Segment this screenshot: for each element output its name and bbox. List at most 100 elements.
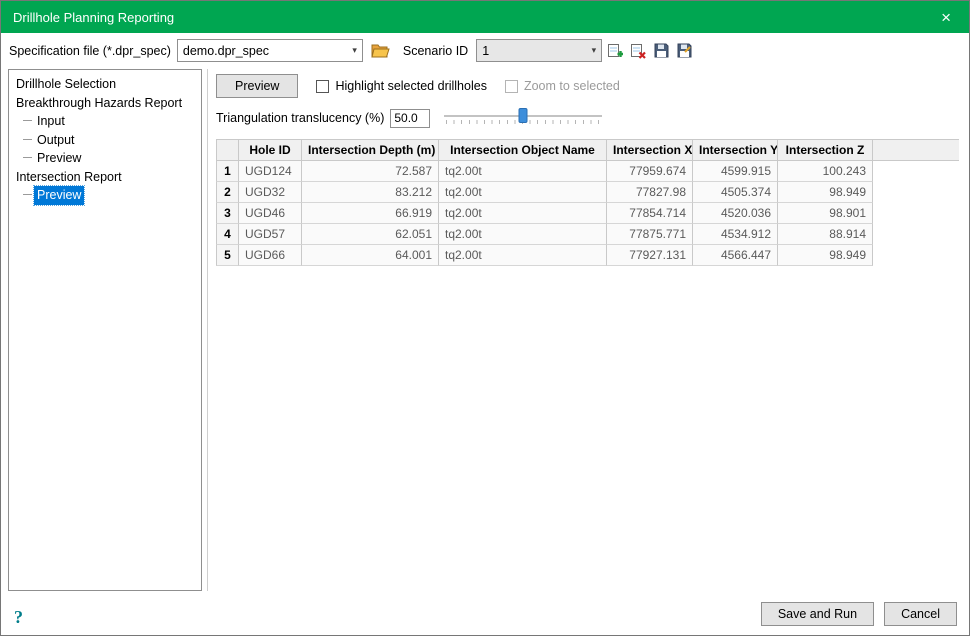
delete-scenario-icon (630, 43, 646, 59)
highlight-selected-checkbox[interactable]: Highlight selected drillholes (316, 79, 486, 93)
cell-depth: 62.051 (302, 224, 439, 245)
footer-buttons: Save and Run Cancel (761, 602, 957, 626)
translucency-label: Triangulation translucency (%) (216, 111, 384, 125)
browse-spec-file-button[interactable] (369, 39, 393, 63)
cell-y: 4566.447 (693, 245, 778, 266)
row-number-header (216, 139, 239, 161)
table-row[interactable]: 1 UGD124 72.587 tq2.00t 77959.674 4599.9… (216, 161, 959, 182)
table-row[interactable]: 2 UGD32 83.212 tq2.00t 77827.98 4505.374… (216, 182, 959, 203)
intersection-table: Hole ID Intersection Depth (m) Intersect… (216, 139, 959, 266)
spec-file-label: Specification file (*.dpr_spec) (9, 44, 171, 58)
cell-depth: 72.587 (302, 161, 439, 182)
cell-object-name: tq2.00t (439, 245, 607, 266)
table-row[interactable]: 3 UGD46 66.919 tq2.00t 77854.714 4520.03… (216, 203, 959, 224)
cell-depth: 66.919 (302, 203, 439, 224)
cell-y: 4520.036 (693, 203, 778, 224)
cell-x: 77959.674 (607, 161, 693, 182)
tree-connector (23, 116, 32, 121)
folder-icon (371, 43, 390, 58)
titlebar: Drillhole Planning Reporting × (1, 1, 969, 33)
cell-hole-id: UGD57 (239, 224, 302, 245)
save-scenario-button[interactable] (651, 39, 671, 63)
cell-object-name: tq2.00t (439, 203, 607, 224)
zoom-to-selected-checkbox[interactable]: Zoom to selected (505, 79, 620, 93)
save-as-icon (677, 43, 692, 58)
cell-object-name: tq2.00t (439, 161, 607, 182)
scenario-id-value: 1 (482, 44, 489, 58)
checkbox-icon (316, 80, 329, 93)
save-icon (654, 43, 669, 58)
cell-hole-id: UGD124 (239, 161, 302, 182)
zoom-to-selected-label: Zoom to selected (524, 79, 620, 93)
dialog-window: Drillhole Planning Reporting × Specifica… (0, 0, 970, 636)
cell-x: 77827.98 (607, 182, 693, 203)
cell-x: 77854.714 (607, 203, 693, 224)
cell-x: 77927.131 (607, 245, 693, 266)
row-number[interactable]: 1 (216, 161, 239, 182)
tree-item-intersection-report[interactable]: Intersection Report (13, 168, 197, 187)
new-scenario-icon (607, 43, 623, 59)
save-scenario-as-button[interactable] (674, 39, 694, 63)
cell-z: 100.243 (778, 161, 873, 182)
cell-depth: 64.001 (302, 245, 439, 266)
cell-x: 77875.771 (607, 224, 693, 245)
translucency-input[interactable] (390, 109, 430, 128)
new-scenario-button[interactable] (605, 39, 625, 63)
toolbar: Specification file (*.dpr_spec) demo.dpr… (1, 33, 969, 68)
row-number[interactable]: 5 (216, 245, 239, 266)
cell-object-name: tq2.00t (439, 182, 607, 203)
preview-controls-row: Preview Highlight selected drillholes Zo… (216, 74, 961, 98)
tree-item-input[interactable]: Input (13, 112, 197, 131)
header-filler (873, 139, 959, 161)
spec-file-value: demo.dpr_spec (183, 44, 269, 58)
column-header-hole-id: Hole ID (239, 139, 302, 161)
tree-item-preview-intersection[interactable]: Preview (13, 186, 197, 205)
cell-y: 4534.912 (693, 224, 778, 245)
tree-item-preview-breakthrough[interactable]: Preview (13, 149, 197, 168)
translucency-slider[interactable] (444, 107, 602, 129)
highlight-selected-label: Highlight selected drillholes (335, 79, 486, 93)
save-and-run-button[interactable]: Save and Run (761, 602, 874, 626)
help-button[interactable]: ? (14, 607, 23, 628)
spec-file-combobox[interactable]: demo.dpr_spec ▾ (177, 39, 363, 62)
preview-button[interactable]: Preview (216, 74, 298, 98)
scenario-id-label: Scenario ID (403, 44, 468, 58)
table-row[interactable]: 5 UGD66 64.001 tq2.00t 77927.131 4566.44… (216, 245, 959, 266)
column-header-y: Intersection Y (693, 139, 778, 161)
main-panel: Preview Highlight selected drillholes Zo… (207, 69, 961, 591)
tree-connector (23, 190, 32, 195)
tree-item-drillhole-selection[interactable]: Drillhole Selection (13, 75, 197, 94)
cell-z: 98.901 (778, 203, 873, 224)
column-header-depth: Intersection Depth (m) (302, 139, 439, 161)
column-header-x: Intersection X (607, 139, 693, 161)
cell-depth: 83.212 (302, 182, 439, 203)
chevron-down-icon: ▾ (592, 45, 597, 56)
row-number[interactable]: 4 (216, 224, 239, 245)
row-number[interactable]: 3 (216, 203, 239, 224)
row-number[interactable]: 2 (216, 182, 239, 203)
cell-object-name: tq2.00t (439, 224, 607, 245)
slider-handle[interactable] (519, 108, 528, 123)
cell-y: 4599.915 (693, 161, 778, 182)
cancel-button[interactable]: Cancel (884, 602, 957, 626)
cell-y: 4505.374 (693, 182, 778, 203)
delete-scenario-button[interactable] (628, 39, 648, 63)
scenario-id-combobox[interactable]: 1 ▾ (476, 39, 602, 62)
column-header-object-name: Intersection Object Name (439, 139, 607, 161)
cell-hole-id: UGD46 (239, 203, 302, 224)
tree-connector (23, 153, 32, 158)
table-row[interactable]: 4 UGD57 62.051 tq2.00t 77875.771 4534.91… (216, 224, 959, 245)
tree-connector (23, 135, 32, 140)
cell-hole-id: UGD66 (239, 245, 302, 266)
cell-z: 98.949 (778, 182, 873, 203)
translucency-row: Triangulation translucency (%) (216, 107, 961, 129)
checkbox-icon (505, 80, 518, 93)
close-button[interactable]: × (935, 7, 957, 28)
chevron-down-icon: ▾ (352, 45, 357, 56)
cell-z: 98.949 (778, 245, 873, 266)
window-title: Drillhole Planning Reporting (13, 10, 174, 25)
tree-item-output[interactable]: Output (13, 131, 197, 150)
cell-hole-id: UGD32 (239, 182, 302, 203)
tree-item-breakthrough-hazards-report[interactable]: Breakthrough Hazards Report (13, 94, 197, 113)
navigation-tree: Drillhole Selection Breakthrough Hazards… (8, 69, 202, 591)
